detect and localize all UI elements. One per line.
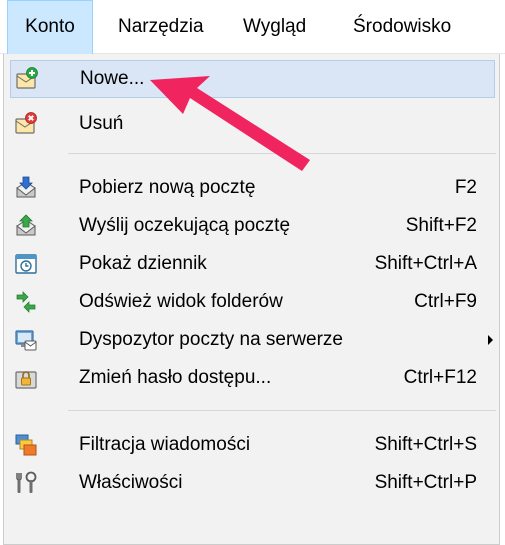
menu-item-shortcut: F2: [454, 177, 477, 198]
menu-item-nowe[interactable]: Nowe...: [10, 60, 495, 98]
menu-konto[interactable]: Konto: [7, 0, 93, 54]
server-mail-icon: [14, 328, 38, 352]
menu-separator: [68, 153, 496, 154]
menu-item-shortcut: Ctrl+F9: [414, 291, 477, 312]
filter-icon: [14, 433, 38, 457]
menu-item-label: Dyspozytor poczty na serwerze: [79, 329, 343, 350]
menu-item-label: Odśwież widok folderów: [79, 291, 283, 312]
menu-item-shortcut: Shift+Ctrl+S: [374, 434, 477, 455]
menu-item-label: Pobierz nową pocztę: [79, 177, 256, 198]
menu-item-label: Wyślij oczekującą pocztę: [79, 215, 291, 236]
download-mail-icon: [14, 176, 38, 200]
menu-item-label: Właściwości: [79, 472, 183, 493]
menu-item-shortcut: Ctrl+F12: [403, 367, 477, 388]
menu-item-shortcut: Shift+Ctrl+A: [374, 253, 477, 274]
menu-item-label: Usuń: [79, 113, 124, 134]
menu-narzedzia[interactable]: Narzędzia: [118, 0, 204, 54]
konto-dropdown-menu: Nowe... Usuń Pobierz nową pocztę F2 Wyśl…: [3, 54, 500, 545]
menu-item-usun[interactable]: Usuń: [4, 105, 501, 143]
menu-bar: Konto Narzędzia Wygląd Środowisko: [0, 0, 505, 54]
new-account-icon: [15, 67, 39, 91]
menu-item-wyslij[interactable]: Wyślij oczekującą pocztę Shift+F2: [4, 207, 501, 245]
menu-item-label: Zmień hasło dostępu...: [79, 367, 272, 388]
menu-item-zmien-haslo[interactable]: Zmień hasło dostępu... Ctrl+F12: [4, 359, 501, 397]
menu-item-label: Filtracja wiadomości: [79, 434, 251, 455]
refresh-folders-icon: [14, 290, 38, 314]
submenu-arrow-icon: [488, 335, 493, 345]
properties-icon: [14, 471, 38, 495]
menu-item-filtracja[interactable]: Filtracja wiadomości Shift+Ctrl+S: [4, 426, 501, 464]
menu-wyglad[interactable]: Wygląd: [243, 0, 306, 54]
delete-account-icon: [14, 112, 38, 136]
menu-item-label: Pokaż dziennik: [79, 253, 207, 274]
menu-separator: [68, 410, 496, 411]
menu-item-wlasciwosci[interactable]: Właściwości Shift+Ctrl+P: [4, 464, 501, 502]
send-mail-icon: [14, 214, 38, 238]
menu-item-shortcut: Shift+F2: [405, 215, 477, 236]
menu-item-odswiez[interactable]: Odśwież widok folderów Ctrl+F9: [4, 283, 501, 321]
menu-item-pobierz[interactable]: Pobierz nową pocztę F2: [4, 169, 501, 207]
menu-item-label: Nowe...: [80, 68, 145, 89]
log-icon: [14, 252, 38, 276]
menu-srodowisko[interactable]: Środowisko: [353, 0, 451, 54]
menu-item-dziennik[interactable]: Pokaż dziennik Shift+Ctrl+A: [4, 245, 501, 283]
menu-item-dyspozytor[interactable]: Dyspozytor poczty na serwerze: [4, 321, 501, 359]
change-password-icon: [14, 366, 38, 390]
menu-item-shortcut: Shift+Ctrl+P: [374, 472, 477, 493]
